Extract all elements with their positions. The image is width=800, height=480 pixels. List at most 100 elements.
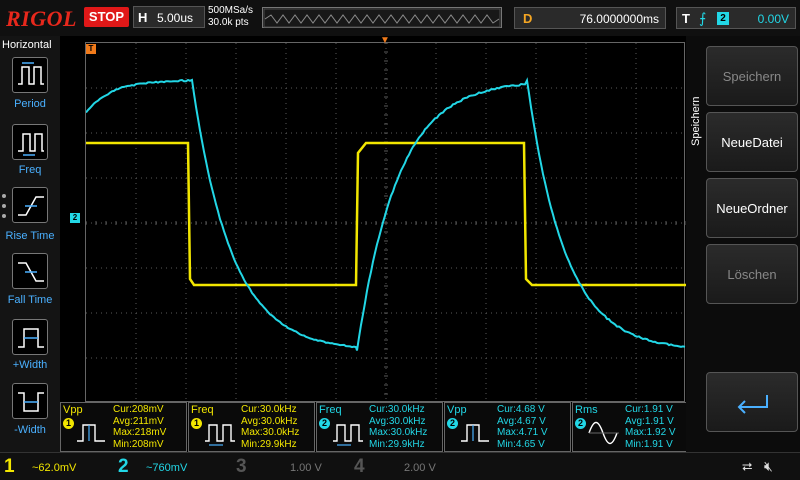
period-button[interactable] — [12, 57, 48, 93]
acquisition-info: 500MSa/s 30.0k pts — [208, 5, 253, 29]
delete-label: Löschen — [707, 267, 797, 282]
stat-average: Avg:4.67 V — [497, 416, 548, 428]
fall-time-label: Fall Time — [0, 294, 60, 306]
save-menu-panel: Speichern Speichern NeueDatei NeueOrdner… — [686, 36, 800, 452]
measurement-name: Freq — [319, 404, 342, 416]
new-file-label: NeueDatei — [707, 135, 797, 150]
memory-waveform-preview — [263, 8, 503, 29]
run-stop-status[interactable]: STOP — [84, 7, 129, 27]
rising-edge-icon: ⨍ — [699, 10, 706, 27]
measurement-stats: Cur:208mV Avg:211mV Max:218mV Min:208mV — [113, 404, 166, 450]
measurement-3[interactable]: Freq 2 Cur:30.0kHz Avg:30.0kHz Max:30.0kHz Mi… — [316, 402, 443, 452]
period-icon — [13, 58, 49, 94]
measurement-source: 2 — [575, 418, 586, 429]
stat-average: Avg:30.0kHz — [369, 416, 427, 428]
negative-width-button[interactable] — [12, 383, 48, 419]
menu-title: Speichern — [690, 76, 702, 146]
ch2-scale: ~760mV — [142, 459, 230, 477]
save-button[interactable]: Speichern — [706, 46, 798, 106]
new-file-button[interactable]: NeueDatei — [706, 112, 798, 172]
negative-width-label: -Width — [0, 424, 60, 436]
status-bar: RIGOL STOP H 5.00us 500MSa/s 30.0k pts D… — [0, 0, 800, 36]
waveform-display[interactable] — [85, 42, 685, 402]
stat-maximum: Max:30.0kHz — [241, 427, 299, 439]
peak-to-peak-icon — [75, 419, 111, 447]
measurement-1[interactable]: Vpp 1 Cur:208mV Avg:211mV Max:218mV Min:208mV — [60, 402, 187, 452]
memory-overview-bar[interactable] — [262, 7, 502, 28]
usb-icon: ⮂ — [742, 459, 752, 475]
sample-rate: 500MSa/s — [208, 5, 253, 17]
freq-icon — [13, 125, 49, 161]
measurement-5[interactable]: Rms 2 Cur:1.91 V Avg:1.91 V Max:1.92 V Min:1.… — [572, 402, 699, 452]
enter-button[interactable] — [706, 372, 798, 432]
ch4-scale: 2.00 V — [400, 459, 488, 477]
trigger-time-marker: ▼ — [380, 36, 390, 46]
measurement-stats: Cur:30.0kHz Avg:30.0kHz Max:30.0kHz Min:29.… — [241, 404, 299, 450]
ch2-offset-marker[interactable]: 2 — [70, 213, 80, 223]
speaker-mute-icon[interactable]: 🔇︎ — [764, 458, 773, 475]
stat-minimum: Min:1.91 V — [625, 439, 676, 451]
brand-logo: RIGOL — [6, 6, 77, 32]
ch2-trace — [86, 80, 685, 351]
ch1-scale: ~62.0mV — [28, 459, 116, 477]
measurement-source: 1 — [63, 418, 74, 429]
ch1-number: 1 — [4, 456, 15, 478]
measurement-name: Rms — [575, 404, 598, 416]
new-folder-label: NeueOrdner — [707, 201, 797, 216]
stat-minimum: Min:208mV — [113, 439, 166, 451]
ch2-number: 2 — [118, 456, 129, 478]
stat-maximum: Max:30.0kHz — [369, 427, 427, 439]
positive-width-label: +Width — [0, 359, 60, 371]
positive-width-icon — [13, 320, 49, 356]
measurement-stats: Cur:30.0kHz Avg:30.0kHz Max:30.0kHz Min:29.… — [369, 404, 427, 450]
memory-depth: 30.0k pts — [208, 17, 253, 29]
new-folder-button[interactable]: NeueOrdner — [706, 178, 798, 238]
enter-icon — [707, 373, 799, 433]
trigger-label: T — [682, 11, 690, 26]
fall-time-button[interactable] — [12, 253, 48, 289]
channel-3[interactable]: 3 1.00 V — [236, 456, 352, 480]
fall-time-icon — [13, 254, 49, 290]
channel-4[interactable]: 4 2.00 V — [354, 456, 470, 480]
positive-width-button[interactable] — [12, 319, 48, 355]
trigger-position-marker: T — [86, 44, 96, 54]
stat-maximum: Max:218mV — [113, 427, 166, 439]
period-label: Period — [0, 98, 60, 110]
channel-1[interactable]: 1 ~62.0mV — [4, 456, 120, 480]
stat-average: Avg:211mV — [113, 416, 166, 428]
peak-to-peak-icon — [459, 419, 495, 447]
panel-title: Horizontal — [2, 39, 52, 51]
stat-minimum: Min:4.65 V — [497, 439, 548, 451]
stat-minimum: Min:29.9kHz — [369, 439, 427, 451]
rise-time-button[interactable] — [12, 187, 48, 223]
delay-label: D — [523, 11, 532, 26]
frequency-icon — [331, 419, 367, 447]
measurement-4[interactable]: Vpp 2 Cur:4.68 V Avg:4.67 V Max:4.71 V Min:4.… — [444, 402, 571, 452]
channel-bar: 1 ~62.0mV 2 ~760mV 3 1.00 V 4 2.00 V ⮂ 🔇… — [0, 452, 800, 480]
measurement-2[interactable]: Freq 1 Cur:30.0kHz Avg:30.0kHz Max:30.0kHz Mi… — [188, 402, 315, 452]
trigger-source: 2 — [717, 12, 729, 25]
measurement-source: 2 — [319, 418, 330, 429]
stat-current: Cur:1.91 V — [625, 404, 676, 416]
measurement-name: Vpp — [447, 404, 467, 416]
measurement-source: 1 — [191, 418, 202, 429]
horizontal-measure-panel: Horizontal Period Freq Rise Time Fall Ti… — [0, 36, 60, 452]
delay-display[interactable]: D 76.0000000ms — [514, 7, 666, 29]
negative-width-icon — [13, 384, 49, 420]
delete-button[interactable]: Löschen — [706, 244, 798, 304]
page-indicator — [2, 194, 8, 224]
stat-current: Cur:208mV — [113, 404, 166, 416]
horizontal-label: H — [138, 10, 147, 25]
channel-2[interactable]: 2 ~760mV — [118, 456, 234, 480]
horizontal-timebase[interactable]: H 5.00us — [133, 6, 205, 28]
stat-current: Cur:30.0kHz — [241, 404, 299, 416]
ch4-number: 4 — [354, 456, 365, 478]
stat-maximum: Max:4.71 V — [497, 427, 548, 439]
trigger-display[interactable]: T ⨍ 2 0.00V — [676, 7, 796, 29]
measurement-name: Freq — [191, 404, 214, 416]
measurement-stats: Cur:1.91 V Avg:1.91 V Max:1.92 V Min:1.91 V — [625, 404, 676, 450]
timebase-value: 5.00us — [157, 11, 193, 25]
freq-button[interactable] — [12, 124, 48, 160]
measurement-name: Vpp — [63, 404, 83, 416]
measurement-source: 2 — [447, 418, 458, 429]
